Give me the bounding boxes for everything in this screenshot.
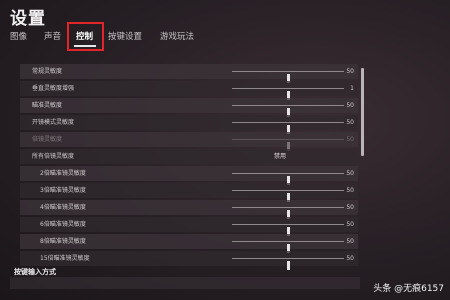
setting-row: 15倍瞄准镜灵敏度 50 xyxy=(20,251,358,270)
setting-label: 开镜模式灵敏度 xyxy=(32,119,75,126)
setting-row: 垂直灵敏度增强 1 xyxy=(20,81,358,100)
setting-row: 倍镜灵敏度 50 xyxy=(20,132,358,151)
setting-row: 开镜模式灵敏度 50 xyxy=(20,115,358,134)
setting-row: 瞄准灵敏度 50 xyxy=(20,98,358,117)
setting-value: 50 xyxy=(346,119,354,126)
setting-row: 3倍瞄准镜灵敏度 50 xyxy=(20,183,358,202)
sensitivity-slider[interactable] xyxy=(232,207,344,219)
sensitivity-slider[interactable] xyxy=(232,122,344,134)
sensitivity-slider[interactable] xyxy=(232,173,344,185)
tab-keybindings[interactable]: 按键设置 xyxy=(108,29,142,45)
sensitivity-slider xyxy=(232,139,344,151)
watermark: 头条 @无痕6157 xyxy=(373,281,444,294)
tab-graphics[interactable]: 图像 xyxy=(10,29,27,45)
setting-value: 50 xyxy=(346,68,354,75)
setting-label: 4倍瞄准镜灵敏度 xyxy=(40,204,86,211)
setting-label: 所有倍镜灵敏度 xyxy=(32,153,75,160)
setting-row: 2倍瞄准镜灵敏度 50 xyxy=(20,166,358,185)
setting-value: 50 xyxy=(346,187,354,194)
setting-label: 6倍瞄准镜灵敏度 xyxy=(40,221,86,228)
setting-value: 50 xyxy=(346,255,354,262)
setting-row: 8倍瞄准镜灵敏度 50 xyxy=(20,234,358,253)
scrollbar[interactable] xyxy=(361,68,364,156)
setting-label: 常规灵敏度 xyxy=(32,68,63,75)
setting-label: 3倍瞄准镜灵敏度 xyxy=(40,187,86,194)
watermark-text: 头条 @无痕6157 xyxy=(373,284,444,294)
setting-row: 常规灵敏度 50 xyxy=(20,64,358,83)
setting-row: 6倍瞄准镜灵敏度 50 xyxy=(20,217,358,236)
sensitivity-slider[interactable] xyxy=(232,258,344,270)
active-tab-underline xyxy=(74,45,96,47)
scope-mode-select[interactable]: 禁用 xyxy=(260,149,300,164)
setting-value: 50 xyxy=(346,102,354,109)
sensitivity-slider[interactable] xyxy=(232,105,344,117)
setting-row: 4倍瞄准镜灵敏度 50 xyxy=(20,200,358,219)
setting-value: 50 xyxy=(346,204,354,211)
setting-value: 50 xyxy=(346,238,354,245)
section-title: 按键输入方式 xyxy=(14,268,56,276)
setting-label: 2倍瞄准镜灵敏度 xyxy=(40,170,86,177)
sensitivity-slider[interactable] xyxy=(232,224,344,236)
slider-thumb[interactable] xyxy=(287,261,290,270)
setting-label: 倍镜灵敏度 xyxy=(32,136,63,143)
setting-label: 垂直灵敏度增强 xyxy=(32,85,75,92)
sensitivity-slider[interactable] xyxy=(232,241,344,253)
setting-row: 所有倍镜灵敏度 禁用 xyxy=(20,149,358,164)
setting-label: 15倍瞄准镜灵敏度 xyxy=(40,255,90,262)
setting-label: 瞄准灵敏度 xyxy=(32,102,63,109)
setting-value: 50 xyxy=(346,136,354,143)
setting-label: 8倍瞄准镜灵敏度 xyxy=(40,238,86,245)
sensitivity-slider[interactable] xyxy=(232,190,344,202)
page-title: 设置 xyxy=(10,9,46,29)
tab-gameplay[interactable]: 游戏玩法 xyxy=(160,29,194,45)
settings-list: 常规灵敏度 50 垂直灵敏度增强 1 瞄准灵敏度 50 开镜模式灵敏度 50 倍… xyxy=(20,61,358,270)
tab-sound[interactable]: 声音 xyxy=(44,29,61,45)
setting-value: 50 xyxy=(346,221,354,228)
setting-value: 50 xyxy=(346,170,354,177)
section-row xyxy=(10,277,360,289)
setting-value: 1 xyxy=(350,85,354,92)
sensitivity-slider[interactable] xyxy=(232,71,344,83)
sensitivity-slider[interactable] xyxy=(232,88,344,100)
